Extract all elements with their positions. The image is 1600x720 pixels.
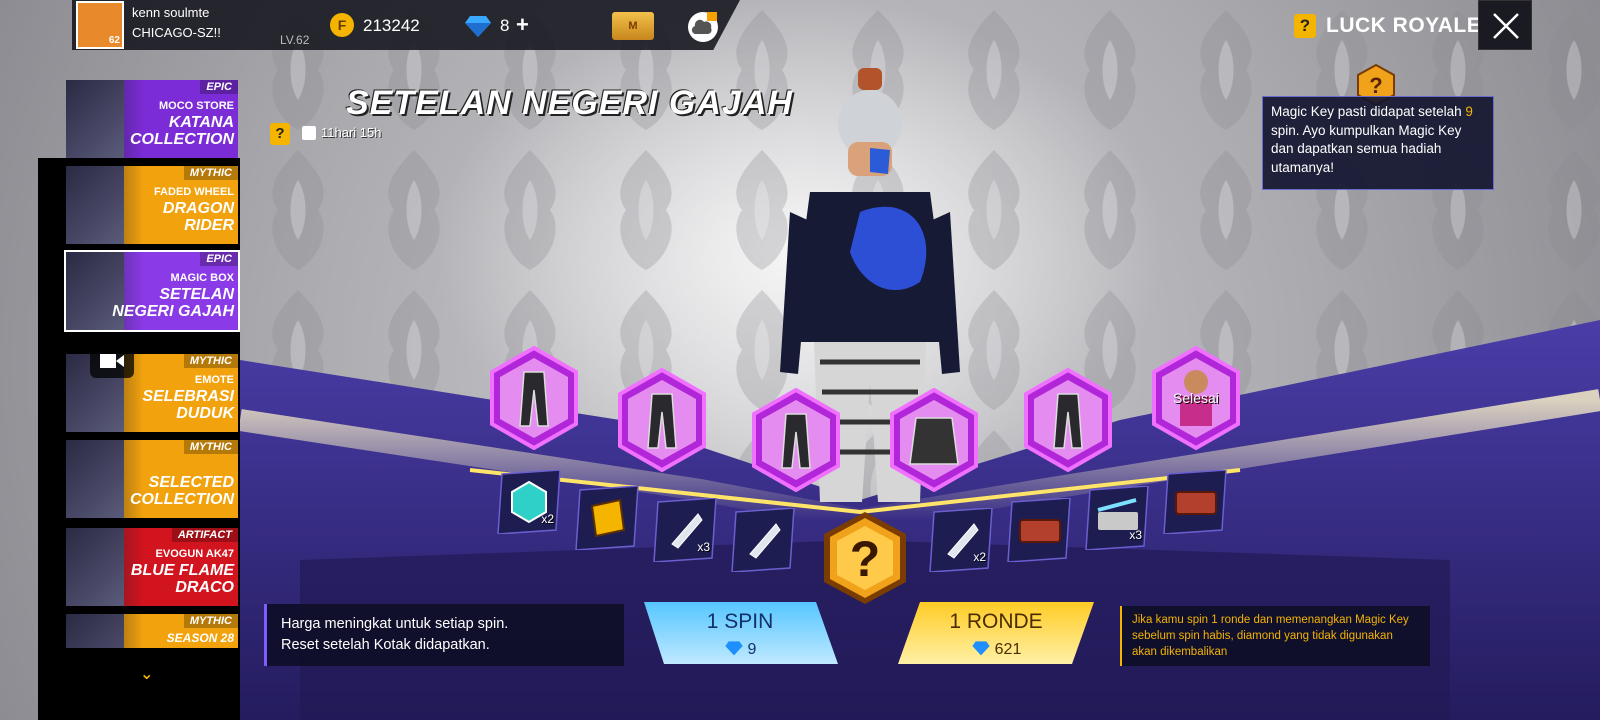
close-icon xyxy=(1493,13,1519,39)
event-name: SELEBRASI DUDUK xyxy=(142,388,234,422)
gold-coin-icon: F xyxy=(330,13,354,37)
event-title: SETELAN NEGERI GAJAH xyxy=(346,84,793,122)
reward-tile[interactable] xyxy=(1162,469,1228,535)
event-name: SEASON 28 xyxy=(166,631,234,645)
event-subtitle: MOCO STORE xyxy=(159,100,234,112)
rarity-badge: MYTHIC xyxy=(183,354,238,368)
magic-key-tooltip: Magic Key pasti didapat setelah 9 spin. … xyxy=(1262,96,1494,190)
reward-item-icon xyxy=(490,345,578,451)
event-art-icon xyxy=(66,80,124,158)
player-level: LV.62 xyxy=(280,33,310,47)
head-reward[interactable]: Selesai xyxy=(1150,345,1242,451)
reward-tile[interactable] xyxy=(574,485,640,551)
reward-tile[interactable] xyxy=(730,507,796,573)
event-subtitle: MAGIC BOX xyxy=(170,272,234,284)
reward-quantity: x3 xyxy=(1129,528,1142,542)
video-icon[interactable] xyxy=(90,344,134,378)
event-name: SELECTED COLLECTION xyxy=(130,474,234,508)
spin-once-label: 1 SPIN xyxy=(706,610,774,633)
rarity-badge: EPIC xyxy=(200,252,238,266)
reward-tile[interactable]: x2 xyxy=(928,507,994,573)
reward-status: Selesai xyxy=(1173,390,1219,406)
reward-tile[interactable]: x3 xyxy=(1084,485,1150,551)
price-info: Harga meningkat untuk setiap spin. Reset… xyxy=(264,604,624,666)
page-title: LUCK ROYALE xyxy=(1326,14,1482,37)
diamond-icon xyxy=(724,641,743,656)
rarity-badge: MYTHIC xyxy=(183,440,238,454)
reward-quantity: x2 xyxy=(541,512,554,526)
avatar-level: 62 xyxy=(108,35,120,46)
help-icon[interactable]: ? xyxy=(1294,14,1316,38)
spin-once-button[interactable]: 1 SPIN 9 xyxy=(640,600,840,666)
reward-item-icon xyxy=(1024,367,1112,473)
event-help-icon[interactable]: ? xyxy=(270,123,290,145)
reward-item-icon xyxy=(618,367,706,473)
price-info-line2: Reset setelah Kotak didapatkan. xyxy=(281,637,490,653)
reward-item-icon xyxy=(752,387,840,493)
event-subtitle: EMOTE xyxy=(194,374,234,386)
event-art-icon xyxy=(66,528,124,606)
reward-tile[interactable]: x2 xyxy=(496,469,562,535)
magic-key-center-icon[interactable]: ? xyxy=(820,510,910,606)
event-name: BLUE FLAME DRACO xyxy=(130,562,234,596)
reward-tile[interactable]: x3 xyxy=(652,497,718,563)
rarity-badge: MYTHIC xyxy=(183,614,238,628)
event-art-icon xyxy=(66,614,124,648)
event-name: DRAGON RIDER xyxy=(162,200,234,234)
reward-quantity: x3 xyxy=(697,540,710,554)
spin-once-cost: 9 xyxy=(747,641,757,658)
voucher-icon xyxy=(575,485,639,551)
sidebar-item[interactable]: MYTHIC SELECTED COLLECTION xyxy=(66,440,238,518)
sidebar-item[interactable]: MYTHIC FADED WHEEL DRAGON RIDER xyxy=(66,166,238,244)
event-art-icon xyxy=(66,440,124,518)
pants-reward-3[interactable] xyxy=(750,387,842,493)
gift-icon[interactable] xyxy=(688,12,718,42)
crate-icon xyxy=(1007,497,1071,563)
diamond-icon xyxy=(971,641,990,656)
spin-round-button[interactable]: 1 RONDE 621 xyxy=(896,600,1096,666)
svg-text:?: ? xyxy=(1369,73,1382,98)
pants-reward-4[interactable] xyxy=(1022,367,1114,473)
jacket-reward[interactable] xyxy=(888,387,980,493)
event-art-icon xyxy=(66,166,124,244)
tooltip-text: Magic Key pasti didapat setelah xyxy=(1271,104,1466,119)
sidebar-item[interactable]: MYTHIC SEASON 28 xyxy=(66,614,238,648)
event-timer: 11hari 15h xyxy=(321,125,382,140)
rarity-badge: MYTHIC xyxy=(183,166,238,180)
player-avatar[interactable]: 62 xyxy=(76,1,124,49)
clock-icon xyxy=(302,126,316,140)
round-info: Jika kamu spin 1 ronde dan memenangkan M… xyxy=(1120,606,1430,666)
coin-balance: 213242 xyxy=(363,16,420,35)
reward-quantity: x2 xyxy=(973,550,986,564)
tooltip-spin-count: 9 xyxy=(1465,104,1473,119)
player-name: kenn soulmte xyxy=(132,5,210,20)
event-name: SETELAN NEGERI GAJAH xyxy=(112,286,234,320)
event-subtitle: FADED WHEEL xyxy=(153,186,234,198)
event-subtitle: EVOGUN AK47 xyxy=(155,548,234,560)
diamond-icon xyxy=(465,16,491,37)
topup-diamond-button[interactable]: + xyxy=(516,12,529,38)
pants-reward-1[interactable] xyxy=(488,345,580,451)
pants-reward-2[interactable] xyxy=(616,367,708,473)
sidebar-item[interactable]: ARTIFACT EVOGUN AK47 BLUE FLAME DRACO xyxy=(66,528,238,606)
diamond-balance: 8 xyxy=(500,16,510,35)
rarity-badge: EPIC xyxy=(200,80,238,94)
chevron-down-icon[interactable]: ⌄ xyxy=(140,664,153,684)
feather-icon xyxy=(731,507,795,573)
sidebar-item[interactable]: EPIC MOCO STORE KATANA COLLECTION xyxy=(66,80,238,158)
svg-text:?: ? xyxy=(850,531,881,587)
spin-round-cost: 621 xyxy=(994,641,1022,658)
price-info-line1: Harga meningkat untuk setiap spin. xyxy=(281,616,509,632)
event-name: KATANA COLLECTION xyxy=(130,114,234,148)
tooltip-text-end: spin. Ayo kumpulkan Magic Key dan dapatk… xyxy=(1271,122,1462,175)
close-button[interactable] xyxy=(1478,0,1532,50)
crate-icon xyxy=(1163,469,1227,535)
player-guild: CHICAGO-SZ!! xyxy=(132,25,221,40)
reward-item-icon xyxy=(890,387,978,493)
membership-icon[interactable]: M xyxy=(612,12,654,40)
sidebar-item[interactable]: EPIC MAGIC BOX SETELAN NEGERI GAJAH xyxy=(64,250,240,332)
spin-round-label: 1 RONDE xyxy=(949,610,1043,633)
reward-tile[interactable] xyxy=(1006,497,1072,563)
rarity-badge: ARTIFACT xyxy=(171,528,238,542)
